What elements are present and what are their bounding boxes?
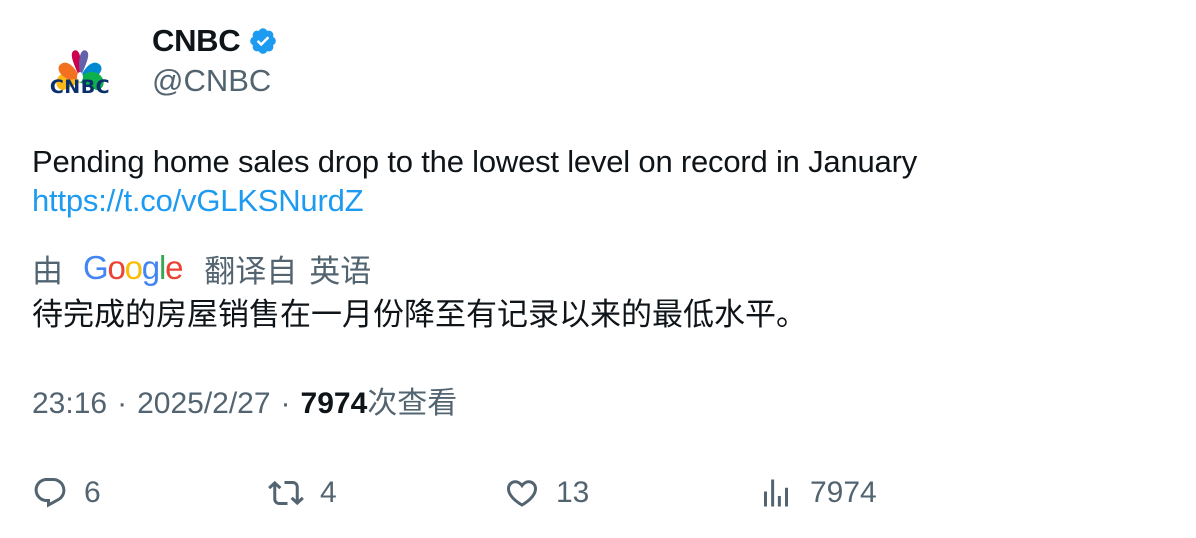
like-button[interactable]: 13 bbox=[504, 468, 589, 518]
tweet-date[interactable]: 2025/2/27 bbox=[137, 384, 270, 424]
google-letter: G bbox=[83, 249, 109, 286]
tweet-link[interactable]: https://t.co/vGLKSNurdZ bbox=[32, 181, 917, 220]
source-language: 英语 bbox=[309, 253, 372, 289]
tweet-body: Pending home sales drop to the lowest le… bbox=[32, 142, 917, 220]
like-count: 13 bbox=[556, 476, 590, 509]
views-count: 7974 bbox=[810, 476, 877, 509]
retweet-button[interactable]: 4 bbox=[268, 468, 337, 518]
reply-icon bbox=[32, 475, 68, 511]
avatar[interactable]: CNBC bbox=[32, 26, 128, 122]
google-letter: g bbox=[141, 249, 160, 286]
translated-by-label: 由 bbox=[32, 253, 63, 289]
author-handle[interactable]: @CNBC bbox=[152, 62, 271, 100]
heart-icon bbox=[504, 475, 540, 511]
meta-separator: · bbox=[280, 387, 291, 420]
google-letter: o bbox=[107, 249, 125, 286]
verified-badge-icon bbox=[248, 26, 278, 56]
google-letter: e bbox=[165, 249, 183, 286]
translated-text: 待完成的房屋销售在一月份降至有记录以来的最低水平。 bbox=[32, 297, 807, 332]
google-letter: o bbox=[124, 249, 143, 286]
google-logo-icon: G o o g l e bbox=[83, 249, 183, 287]
translated-from-label: 翻译自 bbox=[204, 253, 298, 289]
reply-button[interactable]: 6 bbox=[32, 468, 101, 518]
tweet-card: CNBC CNBC @CNBC Pending home sales drop … bbox=[0, 0, 1196, 538]
action-bar: 6 4 13 7974 bbox=[32, 468, 1172, 518]
meta-separator: · bbox=[117, 387, 128, 420]
views-button[interactable]: 7974 bbox=[758, 468, 877, 518]
tweet-text: Pending home sales drop to the lowest le… bbox=[32, 144, 918, 179]
retweet-count: 4 bbox=[320, 476, 337, 509]
author-name-text: CNBC bbox=[152, 23, 241, 58]
author-name[interactable]: CNBC bbox=[152, 20, 278, 62]
reply-count: 6 bbox=[84, 476, 101, 509]
cnbc-peacock-logo-icon bbox=[56, 50, 104, 91]
translation-attribution: 由 G o o g l e 翻译自 英语 bbox=[32, 246, 371, 290]
avatar-wordmark: CNBC bbox=[49, 76, 111, 98]
view-count: 7974 bbox=[300, 387, 368, 420]
tweet-time[interactable]: 23:16 bbox=[32, 384, 107, 424]
analytics-bar-chart-icon bbox=[758, 475, 794, 511]
tweet-meta: 23:16 · 2025/2/27 · 7974 次查看 bbox=[32, 384, 457, 424]
retweet-icon bbox=[268, 475, 304, 511]
view-count-label: 次查看 bbox=[367, 387, 458, 420]
